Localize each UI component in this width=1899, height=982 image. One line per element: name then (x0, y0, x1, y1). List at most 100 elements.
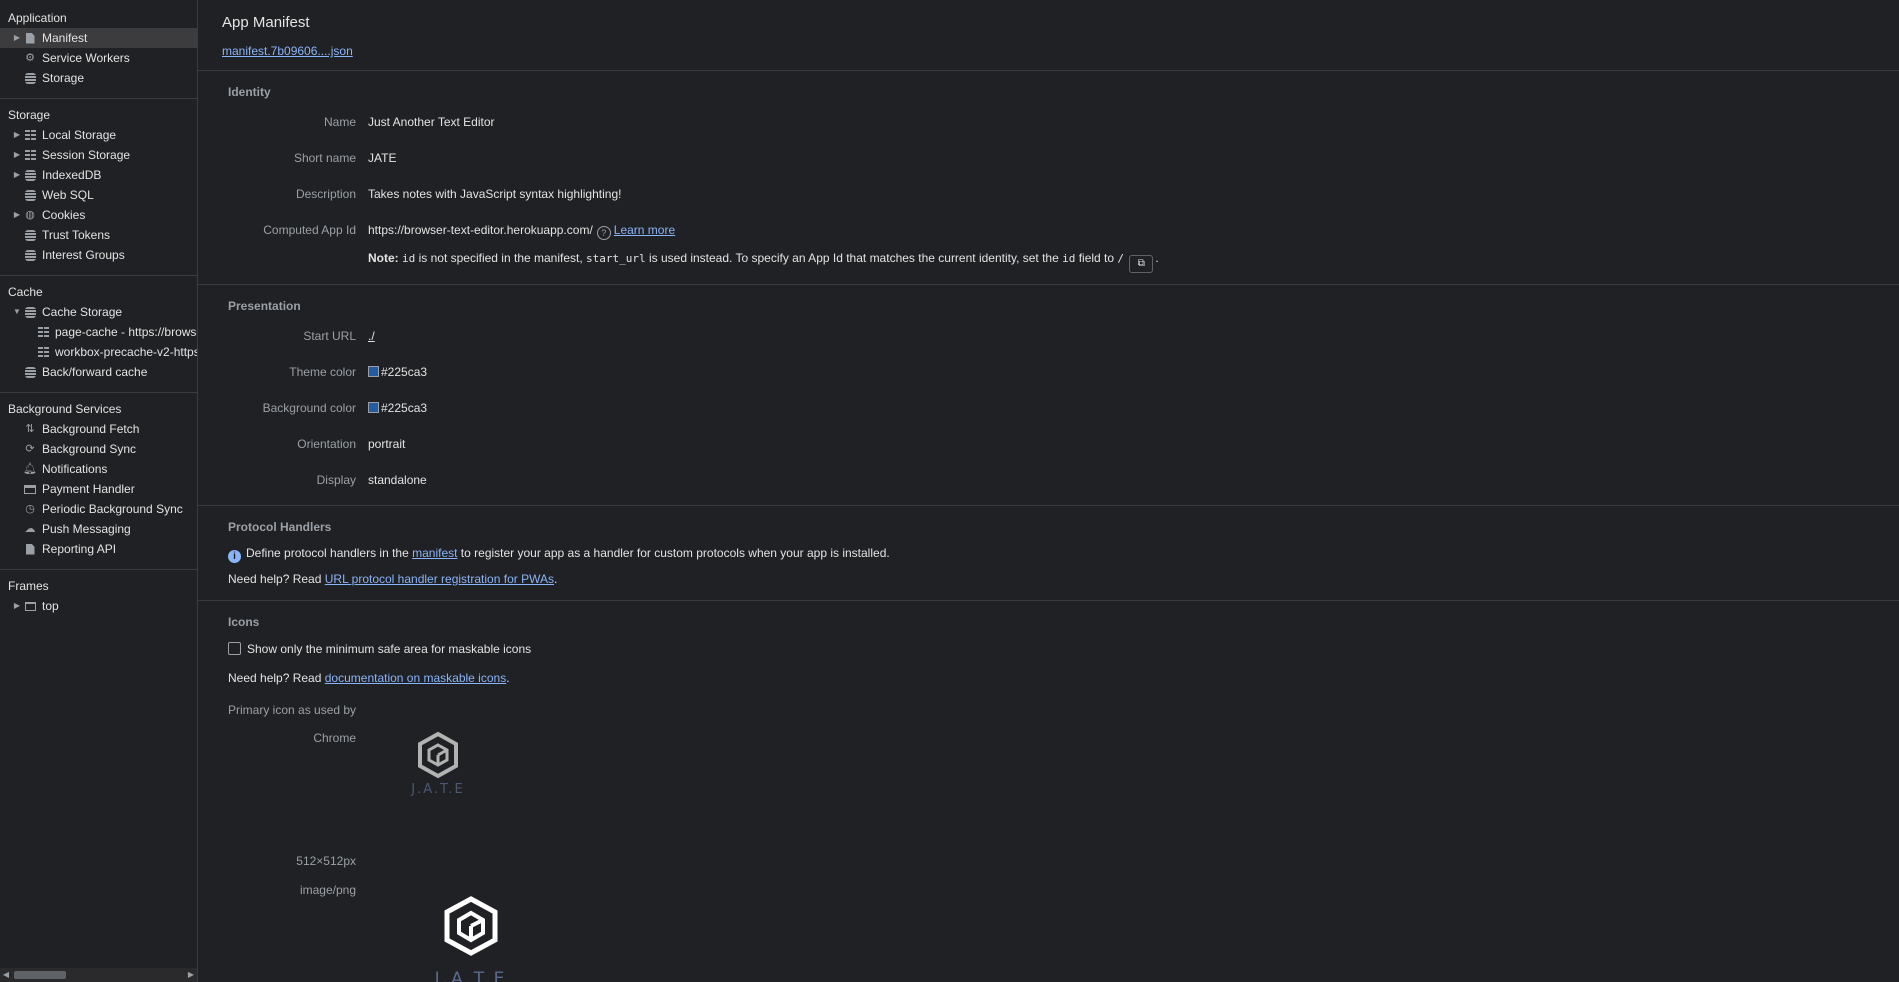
sidebar-item-storage[interactable]: Storage (0, 68, 197, 88)
display-value: standalone (368, 473, 427, 487)
protocol-handlers-heading: Protocol Handlers (228, 520, 332, 534)
icons-help: Need help? Read documentation on maskabl… (228, 671, 510, 685)
help-suffix: . (553, 572, 558, 586)
sidebar-item-indexeddb[interactable]: ▶ IndexedDB (0, 165, 197, 185)
grid-icon (37, 346, 49, 358)
expand-arrow-icon[interactable]: ▶ (12, 145, 22, 165)
expand-arrow-icon[interactable]: ▶ (12, 28, 22, 48)
manifest-file-link[interactable]: manifest.7b09606....json (222, 44, 353, 58)
expand-arrow-icon[interactable]: ▶ (12, 205, 22, 225)
help-suffix: . (506, 671, 510, 685)
note-text: is used instead. To specify an App Id th… (645, 251, 1063, 265)
divider (198, 284, 1899, 285)
sidebar-item-label: Session Storage (42, 148, 131, 162)
horizontal-scrollbar[interactable]: ◀ ▶ (0, 968, 197, 982)
sidebar-item-cache-storage[interactable]: ▼ Cache Storage (0, 302, 197, 322)
info-icon: i (228, 550, 241, 563)
protocol-handlers-info: i Define protocol handlers in the manifes… (228, 546, 890, 563)
info-text: to register your app as a handler for cu… (457, 546, 890, 560)
scroll-right-icon[interactable]: ▶ (185, 968, 197, 982)
orientation-label: Orientation (297, 437, 356, 451)
browser-label: Chrome (313, 731, 356, 745)
expand-arrow-icon[interactable]: ▶ (12, 596, 22, 616)
file-icon (24, 543, 36, 555)
app-icon-image: J.A.T.E (398, 730, 478, 820)
sidebar-item-session-storage[interactable]: ▶ Session Storage (0, 145, 197, 165)
divider (0, 98, 197, 99)
note-code-id: id (402, 252, 416, 265)
background-color-row: #225ca3 (368, 401, 427, 415)
sidebar-item-back-forward-cache[interactable]: Back/forward cache (0, 362, 197, 382)
theme-color-label: Theme color (289, 365, 356, 379)
sidebar-item-background-sync[interactable]: ⟳ Background Sync (0, 439, 197, 459)
database-icon (24, 189, 36, 201)
color-swatch (368, 402, 379, 413)
start-url-label: Start URL (303, 329, 356, 343)
help-icon[interactable]: ? (596, 226, 611, 240)
sidebar-item-periodic-background-sync[interactable]: ◷ Periodic Background Sync (0, 499, 197, 519)
maskable-icons-docs-link[interactable]: documentation on maskable icons (325, 671, 506, 685)
note-code-slash: / (1117, 252, 1125, 265)
divider (198, 70, 1899, 71)
database-icon (24, 306, 36, 318)
copy-icon[interactable]: ⧉ (1129, 255, 1154, 273)
maskable-checkbox[interactable] (228, 642, 241, 655)
sidebar-item-notifications[interactable]: 🔔︎ Notifications (0, 459, 197, 479)
app-id-note: Note: id is not specified in the manifes… (368, 251, 1159, 273)
sidebar-item-background-fetch[interactable]: ⇅ Background Fetch (0, 419, 197, 439)
file-icon (24, 32, 36, 44)
sidebar-item-label: Trust Tokens (42, 228, 111, 242)
sidebar-item-trust-tokens[interactable]: Trust Tokens (0, 225, 197, 245)
primary-icon-label: Primary icon as used by (228, 703, 357, 717)
gear-icon: ⚙ (25, 52, 35, 64)
sidebar-item-cookies[interactable]: ▶ ◍ Cookies (0, 205, 197, 225)
computed-app-id-row: https://browser-text-editor.herokuapp.co… (368, 223, 675, 240)
sidebar-item-interest-groups[interactable]: Interest Groups (0, 245, 197, 265)
color-swatch (368, 366, 379, 377)
note-label: Note: (368, 251, 399, 265)
pwa-protocol-docs-link[interactable]: URL protocol handler registration for PW… (325, 572, 554, 586)
sidebar-item-workbox-precache[interactable]: workbox-precache-v2-https://browser-text… (0, 342, 197, 362)
sidebar-item-manifest[interactable]: ▶ Manifest (0, 28, 197, 48)
collapse-arrow-icon[interactable]: ▼ (12, 302, 22, 322)
sidebar-item-label: Push Messaging (42, 522, 131, 536)
sidebar-item-service-workers[interactable]: ⚙ Service Workers (0, 48, 197, 68)
name-value: Just Another Text Editor (368, 115, 495, 129)
page-title: App Manifest (222, 14, 310, 31)
background-color-value: #225ca3 (381, 401, 428, 415)
sidebar-item-page-cache[interactable]: page-cache - https://browser-text-editor… (0, 322, 197, 342)
sidebar-item-web-sql[interactable]: Web SQL (0, 185, 197, 205)
sidebar-item-push-messaging[interactable]: ☁ Push Messaging (0, 519, 197, 539)
section-cache-title: Cache (8, 285, 43, 299)
sidebar-item-label: workbox-precache-v2-https://browser-text… (55, 345, 197, 359)
sidebar-item-label: Cache Storage (42, 305, 123, 319)
scrollbar-thumb[interactable] (14, 971, 66, 979)
background-color-label: Background color (262, 401, 356, 415)
computed-app-id-label: Computed App Id (263, 223, 356, 237)
app-icon-image-large: J.A.T.E (421, 895, 521, 982)
learn-more-link[interactable]: Learn more (614, 223, 675, 237)
sidebar-item-local-storage[interactable]: ▶ Local Storage (0, 125, 197, 145)
sidebar-item-reporting-api[interactable]: Reporting API (0, 539, 197, 559)
sidebar-item-label: Storage (42, 71, 85, 85)
expand-arrow-icon[interactable]: ▶ (12, 165, 22, 185)
manifest-link[interactable]: manifest (412, 546, 457, 560)
start-url-link[interactable]: ./ (368, 329, 375, 343)
sidebar-item-label: Cookies (42, 208, 86, 222)
orientation-value: portrait (368, 437, 406, 451)
sidebar-item-payment-handler[interactable]: Payment Handler (0, 479, 197, 499)
section-storage-title: Storage (8, 108, 51, 122)
short-name-label: Short name (293, 151, 356, 165)
theme-color-value: #225ca3 (381, 365, 428, 379)
icon-mime-type: image/png (299, 883, 356, 897)
sync-icon: ⟳ (25, 443, 35, 455)
sidebar-item-top-frame[interactable]: ▶ top (0, 596, 197, 616)
maskable-checkbox-row[interactable]: Show only the minimum safe area for mask… (228, 642, 531, 656)
sidebar: Application ▶ Manifest ⚙ Service Workers… (0, 0, 198, 982)
divider (0, 392, 197, 393)
bell-icon: 🔔︎ (23, 463, 37, 475)
expand-arrow-icon[interactable]: ▶ (12, 125, 22, 145)
clock-icon: ◷ (25, 503, 35, 515)
scroll-left-icon[interactable]: ◀ (0, 968, 12, 982)
sidebar-item-label: top (42, 599, 59, 613)
